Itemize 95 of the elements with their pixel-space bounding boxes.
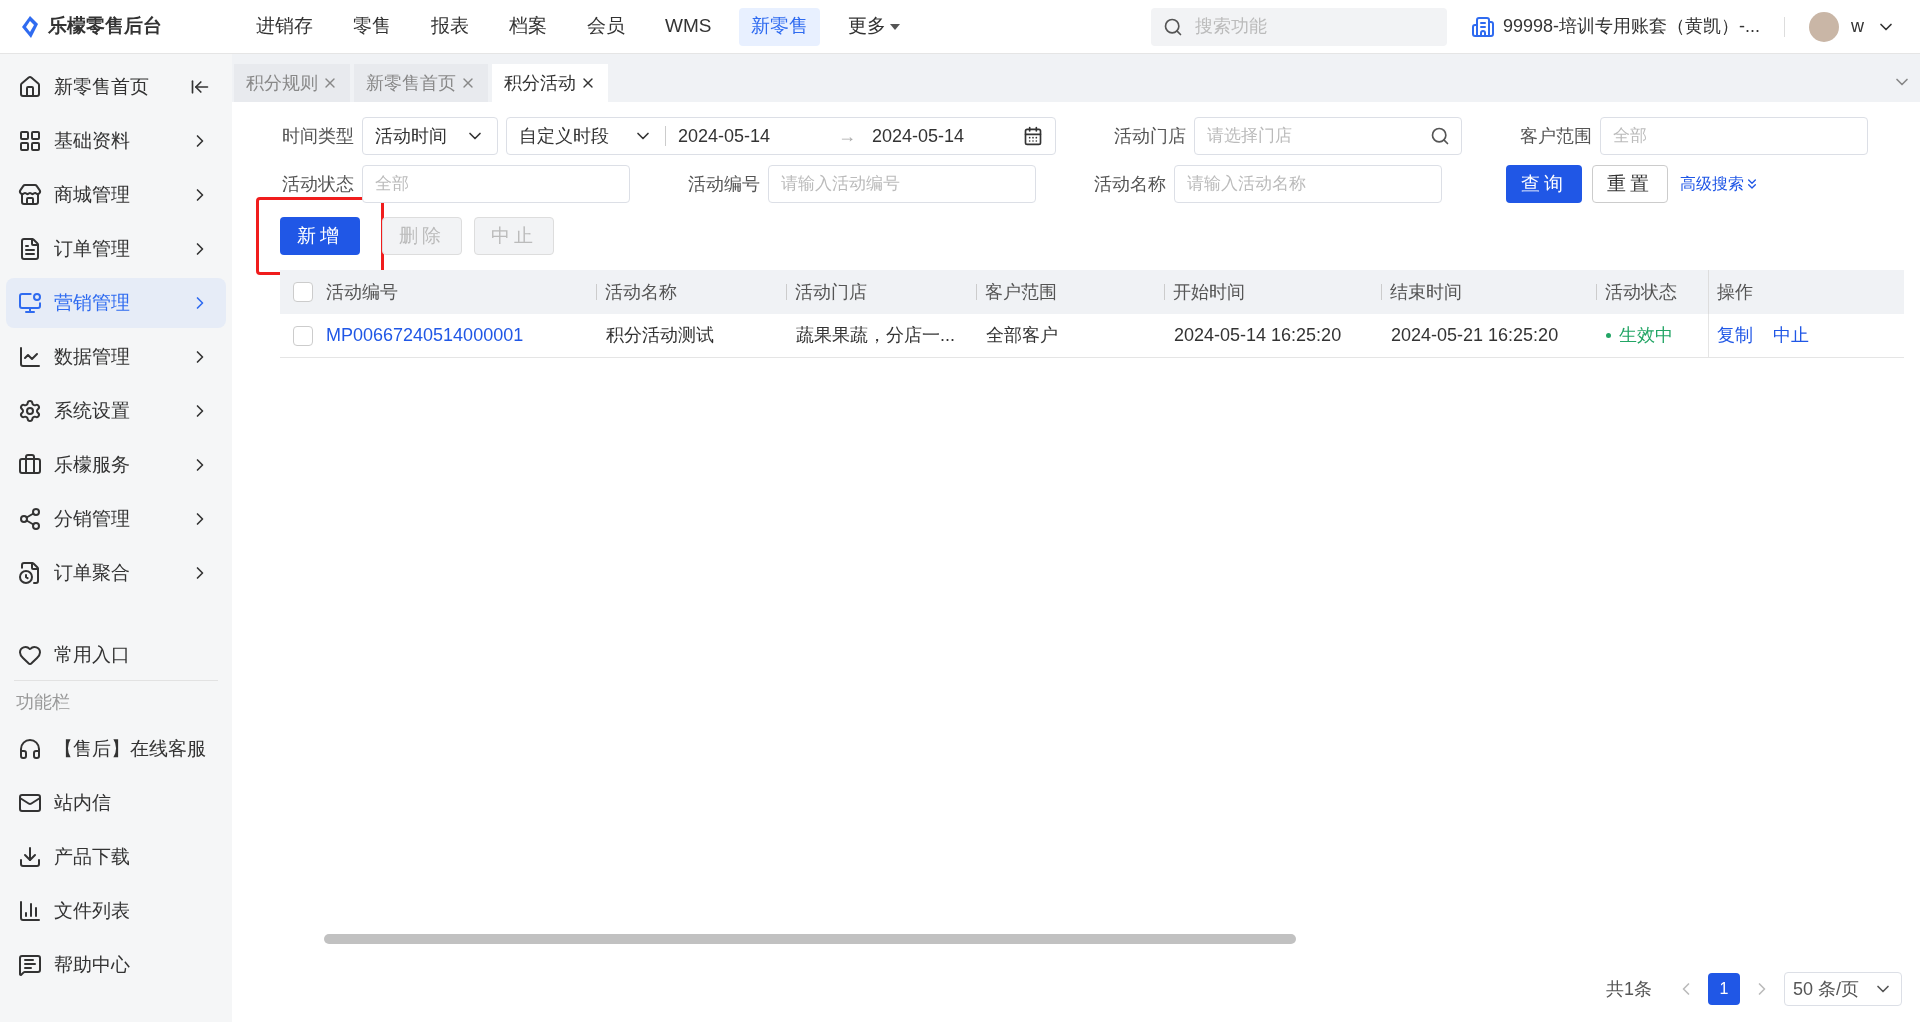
briefcase-icon [18, 453, 42, 477]
network-icon [18, 507, 42, 531]
column-header: 开始时间 [1173, 280, 1245, 304]
nav-tab[interactable]: 进销存 [244, 7, 325, 46]
line-chart-icon [18, 345, 42, 369]
range-separator: → [838, 124, 856, 148]
filter-label: 时间类型 [282, 124, 354, 148]
page-button[interactable]: 1 [1708, 973, 1740, 1005]
building-icon [1470, 14, 1495, 39]
logo-icon [20, 14, 40, 39]
reset-button[interactable]: 重置 [1592, 165, 1668, 203]
sidebar-item[interactable]: 订单管理 [6, 224, 226, 274]
column-header: 客户范围 [985, 280, 1057, 304]
input-field[interactable]: 请选择门店 [1194, 117, 1462, 155]
sidebar-item[interactable]: 基础资料 [6, 116, 226, 166]
column-header: 活动状态 [1605, 280, 1677, 304]
column-header: 活动门店 [795, 280, 867, 304]
page-size-dropdown[interactable]: 50 条/页 [1784, 972, 1902, 1006]
store-icon [18, 183, 42, 207]
message-icon [18, 953, 42, 977]
filter-label: 活动编号 [688, 172, 760, 196]
brand-name: 乐檬零售后台 [48, 14, 162, 39]
download-icon [18, 845, 42, 869]
sidebar-item[interactable]: 帮助中心 [6, 940, 226, 990]
nav-tab[interactable]: 会员 [575, 7, 637, 46]
row-action-link[interactable]: 中止 [1773, 322, 1809, 349]
column-header: 活动名称 [605, 280, 677, 304]
headset-icon [18, 737, 42, 761]
sidebar-item[interactable]: 订单聚合 [6, 548, 226, 598]
sidebar-item[interactable]: 营销管理 [6, 278, 226, 328]
avatar[interactable] [1809, 11, 1839, 42]
nav-tab[interactable]: 档案 [497, 7, 559, 46]
date-range-field[interactable]: 自定义时段 2024-05-14 → 2024-05-14 [506, 117, 1056, 155]
input-field[interactable]: 请输入活动名称 [1174, 165, 1442, 203]
grid-icon [18, 129, 42, 153]
scrollbar-thumb[interactable] [324, 934, 1296, 944]
checkbox[interactable] [293, 282, 313, 302]
row-action-link[interactable]: 复制 [1717, 322, 1753, 349]
activity-code-link[interactable]: MP00667240514000001 [326, 325, 524, 345]
nav-tab[interactable]: 更多 [836, 7, 913, 46]
table-cell: 全部客户 [986, 325, 1058, 345]
sidebar-item[interactable]: 产品下载 [6, 832, 226, 882]
advanced-search-link[interactable]: 高级搜索 [1680, 172, 1760, 196]
mail-icon [18, 791, 42, 815]
collapse-icon[interactable] [190, 77, 210, 97]
section-title: 功能栏 [15, 691, 71, 714]
column-header: 操作 [1716, 280, 1753, 304]
input-field[interactable]: 请输入活动编号 [768, 165, 1036, 203]
input-field[interactable]: 全部 [1600, 117, 1868, 155]
calendar-icon [1023, 126, 1043, 146]
filter-label: 活动状态 [282, 172, 354, 196]
sidebar-item[interactable]: 站内信 [6, 778, 226, 828]
table-cell: 积分活动测试 [606, 325, 714, 345]
sidebar-item[interactable]: 数据管理 [6, 332, 226, 382]
monitor-icon [18, 291, 42, 315]
sidebar-item[interactable]: 常用入口 [6, 630, 226, 680]
search-field[interactable]: 搜索功能 [1150, 7, 1447, 46]
heart-icon [18, 643, 42, 667]
action-button[interactable]: 新增 [280, 217, 360, 255]
bar-chart-icon [18, 899, 42, 923]
sidebar-item[interactable]: 乐檬服务 [6, 440, 226, 490]
sidebar-item[interactable]: 系统设置 [6, 386, 226, 436]
home-icon [18, 75, 42, 99]
sidebar-item[interactable]: 商城管理 [6, 170, 226, 220]
nav-tab[interactable]: WMS [653, 7, 724, 46]
search-icon [1162, 16, 1183, 37]
filter-label: 客户范围 [1520, 124, 1592, 148]
sidebar-item[interactable]: 文件列表 [6, 886, 226, 936]
nav-tab[interactable]: 报表 [419, 7, 481, 46]
table-cell: 蔬果果蔬，分店一... [796, 325, 955, 345]
table-cell: 2024-05-14 16:25:20 [1174, 325, 1342, 345]
sidebar-item[interactable]: 新零售首页 [6, 62, 226, 112]
column-header: 结束时间 [1390, 280, 1462, 304]
sidebar-item[interactable]: 【售后】在线客服 [6, 724, 226, 774]
caret-icon [890, 23, 901, 30]
dropdown[interactable]: 活动时间 [362, 117, 498, 155]
page-tab[interactable]: 积分活动 [492, 64, 608, 102]
input-field[interactable]: 全部 [362, 165, 630, 203]
user-name[interactable]: w [1851, 13, 1864, 40]
status-text: 生效中 [1619, 324, 1673, 347]
document-clock-icon [18, 561, 42, 585]
nav-tab[interactable]: 新零售 [739, 7, 821, 46]
table-cell: 2024-05-21 16:25:20 [1391, 325, 1559, 345]
column-header: 活动编号 [326, 280, 398, 304]
sidebar-item[interactable]: 分销管理 [6, 494, 226, 544]
filter-label: 活动名称 [1094, 172, 1166, 196]
query-button[interactable]: 查询 [1506, 165, 1582, 203]
search-icon [1430, 126, 1450, 146]
nav-tab[interactable]: 零售 [341, 7, 403, 46]
account-name[interactable]: 99998-培训专用账套（黄凯）-... [1502, 13, 1760, 40]
filter-label: 活动门店 [1114, 124, 1186, 148]
settings-icon [18, 399, 42, 423]
total-count: 共1条 [1606, 977, 1652, 1001]
checkbox[interactable] [293, 325, 313, 346]
document-icon [18, 237, 42, 261]
